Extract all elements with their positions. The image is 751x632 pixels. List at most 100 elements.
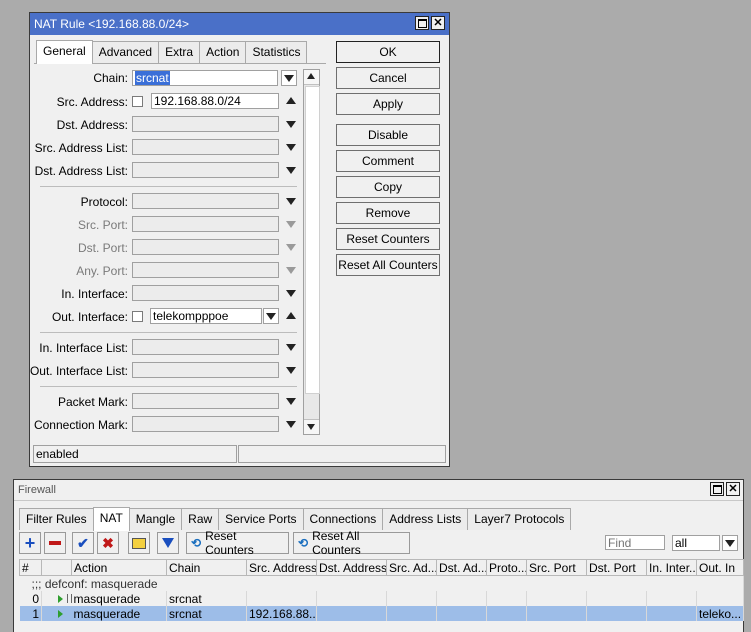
scroll-up-icon[interactable] xyxy=(304,70,319,85)
expand-down-icon[interactable] xyxy=(286,121,296,128)
row-number: 1 xyxy=(19,606,42,621)
tab-service-ports[interactable]: Service Ports xyxy=(218,508,304,530)
col-src-address[interactable]: Src. Address xyxy=(246,559,317,576)
col-dst-port[interactable]: Dst. Port xyxy=(586,559,647,576)
comment-rule-button[interactable] xyxy=(128,532,150,554)
any-port-input[interactable] xyxy=(132,262,279,278)
expand-down-icon[interactable] xyxy=(286,367,296,374)
src-port-input[interactable] xyxy=(132,216,279,232)
tab-action[interactable]: Action xyxy=(199,41,247,63)
tab-layer7-protocols[interactable]: Layer7 Protocols xyxy=(467,508,572,530)
connection-mark-input[interactable] xyxy=(132,416,279,432)
filter-button[interactable] xyxy=(157,532,179,554)
tab-address-lists[interactable]: Address Lists xyxy=(382,508,469,530)
tab-nat[interactable]: NAT xyxy=(92,507,130,531)
tab-extra[interactable]: Extra xyxy=(158,41,201,63)
apply-button[interactable]: Apply xyxy=(336,93,440,115)
tab-filter-rules[interactable]: Filter Rules xyxy=(19,508,94,530)
col-src-address-list[interactable]: Src. Ad... xyxy=(386,559,437,576)
col-blank xyxy=(41,559,72,576)
expand-down-icon[interactable] xyxy=(286,167,296,174)
col-out-interface[interactable]: Out. In xyxy=(696,559,744,576)
collapse-up-icon[interactable] xyxy=(286,97,296,104)
col-protocol[interactable]: Proto... xyxy=(486,559,527,576)
out-interface-select[interactable]: telekompppoe xyxy=(150,308,262,324)
enable-button[interactable]: ✔ xyxy=(72,532,94,554)
col-number[interactable]: # xyxy=(19,559,42,576)
scroll-down-icon[interactable] xyxy=(304,419,319,434)
remove-rule-button[interactable] xyxy=(44,532,66,554)
expand-down-icon[interactable] xyxy=(286,144,296,151)
chain-dropdown-button[interactable] xyxy=(281,70,297,86)
col-action[interactable]: Action xyxy=(71,559,167,576)
in-interface-list-input[interactable] xyxy=(132,339,279,355)
src-address-list-input[interactable] xyxy=(132,139,279,155)
comment-row[interactable]: ;;; defconf: masquerade xyxy=(19,575,744,591)
filter-select[interactable]: all xyxy=(672,535,720,551)
row-cell xyxy=(316,591,387,606)
form-scrollbar[interactable] xyxy=(303,69,320,435)
dst-address-list-input[interactable] xyxy=(132,162,279,178)
expand-down-icon[interactable] xyxy=(286,198,296,205)
disable-button[interactable]: Disable xyxy=(336,124,440,146)
dst-address-input[interactable] xyxy=(132,116,279,132)
expand-down-icon[interactable] xyxy=(286,290,296,297)
comment-button[interactable]: Comment xyxy=(336,150,440,172)
out-interface-negate-checkbox[interactable] xyxy=(132,311,143,322)
table-row[interactable]: 1 masquerade srcnat 192.168.88... teleko… xyxy=(19,606,744,621)
collapse-up-icon[interactable] xyxy=(286,312,296,319)
protocol-input[interactable] xyxy=(132,193,279,209)
dialog-titlebar[interactable]: NAT Rule <192.168.88.0/24> ✕ xyxy=(30,13,449,35)
out-interface-dropdown-button[interactable] xyxy=(263,308,279,324)
masquerade-status-icon xyxy=(58,609,63,618)
packet-mark-input[interactable] xyxy=(132,393,279,409)
scroll-thumb[interactable] xyxy=(305,86,320,394)
out-interface-list-input[interactable] xyxy=(132,362,279,378)
in-interface-input[interactable] xyxy=(132,285,279,301)
tab-general[interactable]: General xyxy=(36,40,93,64)
funnel-icon xyxy=(162,538,174,548)
expand-down-icon[interactable] xyxy=(286,421,296,428)
maximize-icon[interactable] xyxy=(415,16,429,30)
tab-raw[interactable]: Raw xyxy=(181,508,220,530)
close-icon[interactable]: ✕ xyxy=(726,482,740,496)
copy-button[interactable]: Copy xyxy=(336,176,440,198)
ok-button[interactable]: OK xyxy=(336,41,440,63)
src-address-negate-checkbox[interactable] xyxy=(132,96,143,107)
cross-icon: ✖ xyxy=(102,534,114,551)
reset-counters-toolbar-button[interactable]: ⟲ Reset Counters xyxy=(186,529,289,557)
col-chain[interactable]: Chain xyxy=(166,559,247,576)
filter-dropdown-button[interactable] xyxy=(722,535,738,551)
table-row[interactable]: 0 masquerade srcnat xyxy=(19,591,744,606)
col-in-interface[interactable]: In. Inter... xyxy=(646,559,697,576)
col-src-port[interactable]: Src. Port xyxy=(526,559,587,576)
reset-all-counters-button[interactable]: Reset All Counters xyxy=(336,254,440,276)
tab-connections[interactable]: Connections xyxy=(302,508,384,530)
src-address-input[interactable]: 192.168.88.0/24 xyxy=(151,93,279,109)
reset-counters-button[interactable]: Reset Counters xyxy=(336,228,440,250)
col-dst-address[interactable]: Dst. Address xyxy=(316,559,387,576)
firewall-window: Firewall ✕ Filter Rules NAT Mangle Raw S… xyxy=(13,479,744,632)
col-dst-address-list[interactable]: Dst. Ad... xyxy=(436,559,487,576)
tab-mangle[interactable]: Mangle xyxy=(128,508,183,530)
tab-statistics[interactable]: Statistics xyxy=(245,41,308,63)
dst-port-input[interactable] xyxy=(132,239,279,255)
maximize-icon[interactable] xyxy=(710,482,724,496)
status-cell-empty xyxy=(238,445,446,463)
add-button[interactable]: + xyxy=(19,532,41,554)
expand-down-icon xyxy=(286,267,296,274)
cancel-button[interactable]: Cancel xyxy=(336,67,440,89)
row-src-address: 192.168.88... xyxy=(246,606,317,621)
close-icon[interactable]: ✕ xyxy=(431,16,445,30)
firewall-title: Firewall xyxy=(18,484,56,496)
reset-all-counters-toolbar-button[interactable]: ⟲ Reset All Counters xyxy=(293,529,410,557)
firewall-titlebar[interactable]: Firewall ✕ xyxy=(14,480,743,501)
tab-advanced[interactable]: Advanced xyxy=(91,41,160,63)
find-input[interactable] xyxy=(605,535,665,550)
chain-select[interactable]: srcnat xyxy=(132,70,278,86)
expand-down-icon[interactable] xyxy=(286,398,296,405)
disable-rule-button[interactable]: ✖ xyxy=(97,532,119,554)
remove-button[interactable]: Remove xyxy=(336,202,440,224)
nat-rule-dialog: NAT Rule <192.168.88.0/24> ✕ General Adv… xyxy=(29,12,450,467)
expand-down-icon[interactable] xyxy=(286,344,296,351)
